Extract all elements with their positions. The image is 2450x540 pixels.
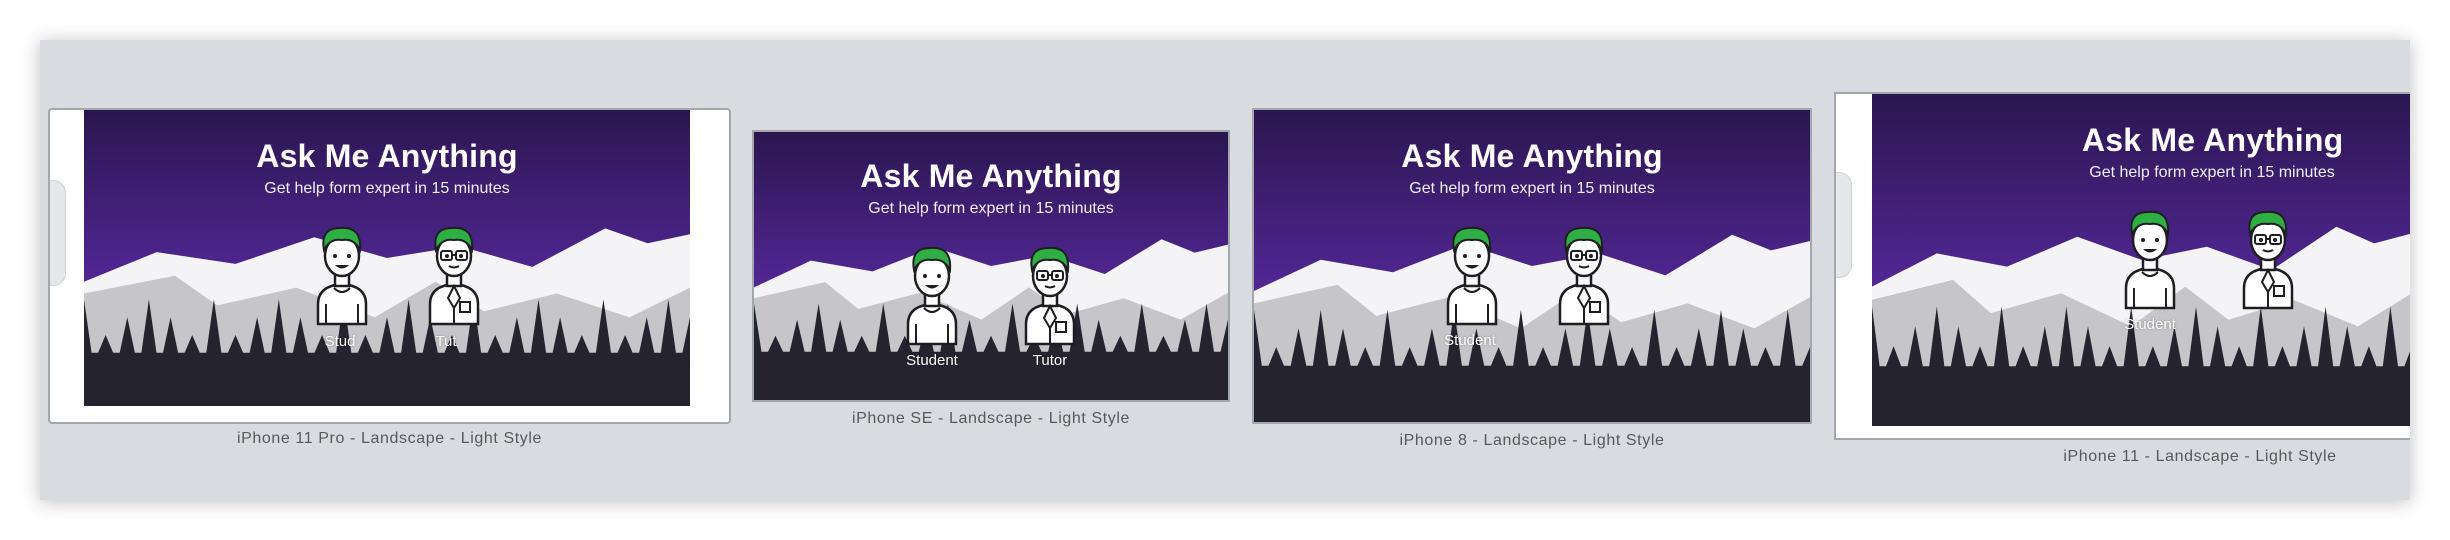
app-title: Ask Me Anything	[860, 158, 1122, 194]
device-frame: Ask Me Anything Get help form expert in …	[48, 108, 731, 424]
student-label: Stud	[324, 333, 356, 350]
app-title: Ask Me Anything	[1401, 138, 1663, 174]
artboard-caption[interactable]: iPhone 11 - Landscape - Light Style	[2050, 448, 2350, 466]
tutor-label: Tut	[435, 333, 457, 350]
app-title: Ask Me Anything	[256, 138, 518, 174]
artboard-caption[interactable]: iPhone SE - Landscape - Light Style	[752, 410, 1230, 428]
student-label: Student	[906, 352, 958, 369]
ground	[84, 364, 690, 406]
ground	[754, 362, 1228, 400]
tutor-avatar[interactable]	[1546, 216, 1622, 326]
app-subtitle: Get help form expert in 15 minutes	[1409, 180, 1655, 197]
notch-area	[1836, 172, 1852, 278]
app-screen: Ask Me Anything Get help form expert in …	[1254, 110, 1810, 422]
device-frame: Ask Me Anything Get help form expert in …	[752, 130, 1230, 402]
tutor-avatar[interactable]	[2230, 200, 2306, 310]
artboard-caption[interactable]: iPhone 11 Pro - Landscape - Light Style	[48, 430, 731, 448]
tutor-avatar[interactable]	[1012, 236, 1088, 346]
artboard-iphone-se[interactable]: Ask Me Anything Get help form expert in …	[752, 130, 1230, 432]
student-avatar[interactable]	[304, 216, 380, 326]
artboard-canvas: Ask Me Anything Get help form expert in …	[40, 40, 2410, 500]
student-avatar[interactable]	[1434, 216, 1510, 326]
artboard-iphone-8[interactable]: Ask Me Anything Get help form expert in …	[1252, 108, 1812, 454]
artboard-caption[interactable]: iPhone 8 - Landscape - Light Style	[1252, 432, 1812, 450]
artboard-iphone-11-pro[interactable]: Ask Me Anything Get help form expert in …	[48, 108, 731, 454]
student-avatar[interactable]	[2112, 200, 2188, 310]
app-screen: Ask Me Anything Get help form expert in …	[1872, 94, 2410, 426]
ground	[1254, 378, 1810, 422]
app-subtitle: Get help form expert in 15 minutes	[2089, 164, 2335, 181]
app-subtitle: Get help form expert in 15 minutes	[264, 180, 510, 197]
student-label: Student	[1444, 332, 1496, 349]
student-label: Student	[2124, 316, 2176, 333]
artboard-iphone-11[interactable]: Ask Me Anything Get help form expert in …	[1834, 92, 2410, 486]
tutor-label: Tutor	[1032, 352, 1068, 369]
app-title: Ask Me Anything	[2082, 122, 2344, 158]
ground	[1872, 379, 2410, 426]
tutor-avatar[interactable]	[416, 216, 492, 326]
device-frame: Ask Me Anything Get help form expert in …	[1834, 92, 2410, 440]
app-screen: Ask Me Anything Get help form expert in …	[84, 110, 690, 406]
notch-area	[50, 180, 66, 286]
app-screen: Ask Me Anything Get help form expert in …	[754, 132, 1228, 400]
student-avatar[interactable]	[894, 236, 970, 346]
app-subtitle: Get help form expert in 15 minutes	[868, 200, 1114, 217]
device-frame: Ask Me Anything Get help form expert in …	[1252, 108, 1812, 424]
